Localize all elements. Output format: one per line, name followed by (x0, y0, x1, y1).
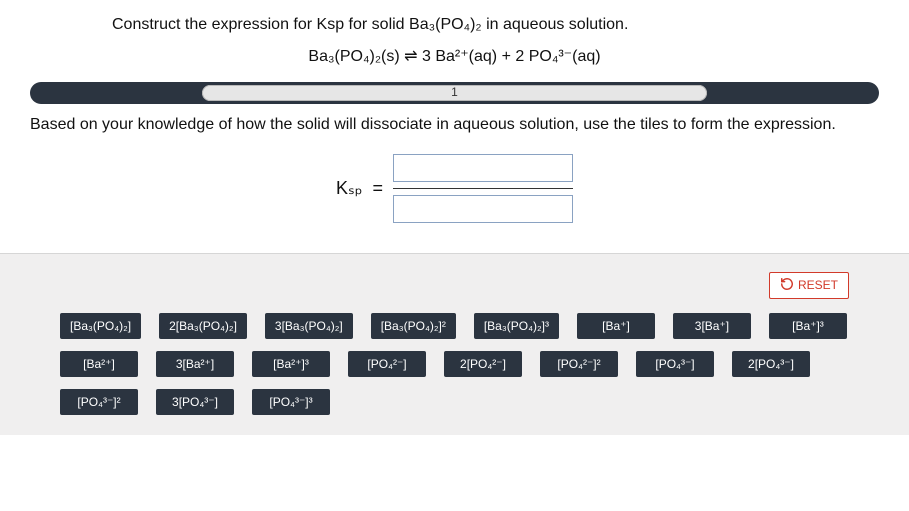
tile[interactable]: [PO₄³⁻]³ (252, 389, 330, 415)
tile[interactable]: [Ba⁺] (577, 313, 655, 339)
tile[interactable]: [PO₄³⁻] (636, 351, 714, 377)
instructions: Based on your knowledge of how the solid… (0, 104, 909, 136)
prompt-line: Construct the expression for Ksp for sol… (0, 0, 909, 36)
expression-workspace: Kₛₚ = (0, 154, 909, 253)
tile-palette: [Ba₃(PO₄)₂] 2[Ba₃(PO₄)₂] 3[Ba₃(PO₄)₂] [B… (30, 313, 879, 415)
tile[interactable]: [Ba²⁺]³ (252, 351, 330, 377)
tile[interactable]: [Ba₃(PO₄)₂]² (371, 313, 456, 339)
tile[interactable]: 2[PO₄³⁻] (732, 351, 810, 377)
tile[interactable]: 3[PO₄³⁻] (156, 389, 234, 415)
tile[interactable]: 3[Ba₃(PO₄)₂] (265, 313, 353, 339)
equals-sign: = (372, 178, 383, 199)
tile[interactable]: [Ba²⁺] (60, 351, 138, 377)
tile[interactable]: [Ba⁺]³ (769, 313, 847, 339)
tile[interactable]: [PO₄²⁻] (348, 351, 426, 377)
tile[interactable]: [PO₄²⁻]² (540, 351, 618, 377)
reset-icon (780, 277, 794, 294)
tile[interactable]: [Ba₃(PO₄)₂]³ (474, 313, 559, 339)
reset-button[interactable]: RESET (769, 272, 849, 299)
progress-step-label: 1 (30, 85, 879, 99)
numerator-slot[interactable] (393, 154, 573, 182)
ksp-symbol: Kₛₚ (336, 178, 362, 199)
reset-label: RESET (798, 278, 838, 292)
equation: Ba₃(PO₄)₂(s) ⇌ 3 Ba²⁺(aq) + 2 PO₄³⁻(aq) (0, 46, 909, 66)
progress-bar: 1 (30, 82, 879, 104)
fraction-line (393, 188, 573, 189)
tile[interactable]: 2[PO₄²⁻] (444, 351, 522, 377)
tile[interactable]: [PO₄³⁻]² (60, 389, 138, 415)
tile[interactable]: 3[Ba²⁺] (156, 351, 234, 377)
tile[interactable]: [Ba₃(PO₄)₂] (60, 313, 141, 339)
denominator-slot[interactable] (393, 195, 573, 223)
tile[interactable]: 2[Ba₃(PO₄)₂] (159, 313, 247, 339)
tile[interactable]: 3[Ba⁺] (673, 313, 751, 339)
